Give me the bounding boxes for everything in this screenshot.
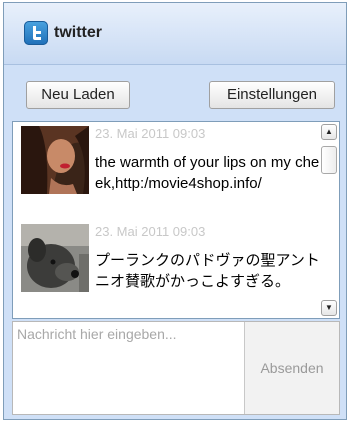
tweet-timestamp: 23. Mai 2011 09:03 — [95, 126, 206, 141]
tweet-timestamp: 23. Mai 2011 09:03 — [95, 224, 206, 239]
scrollbar-thumb[interactable] — [321, 146, 337, 174]
message-composer: Absenden — [12, 321, 340, 415]
scroll-up-icon[interactable]: ▲ — [321, 124, 337, 140]
app-title: twitter — [54, 24, 102, 41]
toolbar: Neu Laden Einstellungen — [4, 65, 346, 119]
reload-button[interactable]: Neu Laden — [26, 81, 130, 109]
tweet-text: プーランクのパドヴァの聖アントニオ賛歌がかっこよすぎる。 — [95, 252, 320, 290]
tweet-text: the warmth of your lips on my cheek,http… — [95, 154, 320, 192]
settings-button[interactable]: Einstellungen — [209, 81, 335, 109]
message-input[interactable] — [13, 322, 245, 414]
twitter-logo-icon — [24, 21, 48, 45]
title-bar: twitter — [4, 3, 346, 65]
send-button[interactable]: Absenden — [245, 322, 339, 414]
feed-scrollbar[interactable]: ▲ ▼ — [321, 124, 337, 316]
tweet-feed[interactable]: 23. Mai 2011 09:03 the warmth of your li… — [12, 121, 340, 319]
avatar — [21, 126, 89, 194]
avatar — [21, 224, 89, 292]
scroll-down-icon[interactable]: ▼ — [321, 300, 337, 316]
twitter-widget: twitter Neu Laden Einstellungen 23. Mai … — [3, 2, 347, 420]
